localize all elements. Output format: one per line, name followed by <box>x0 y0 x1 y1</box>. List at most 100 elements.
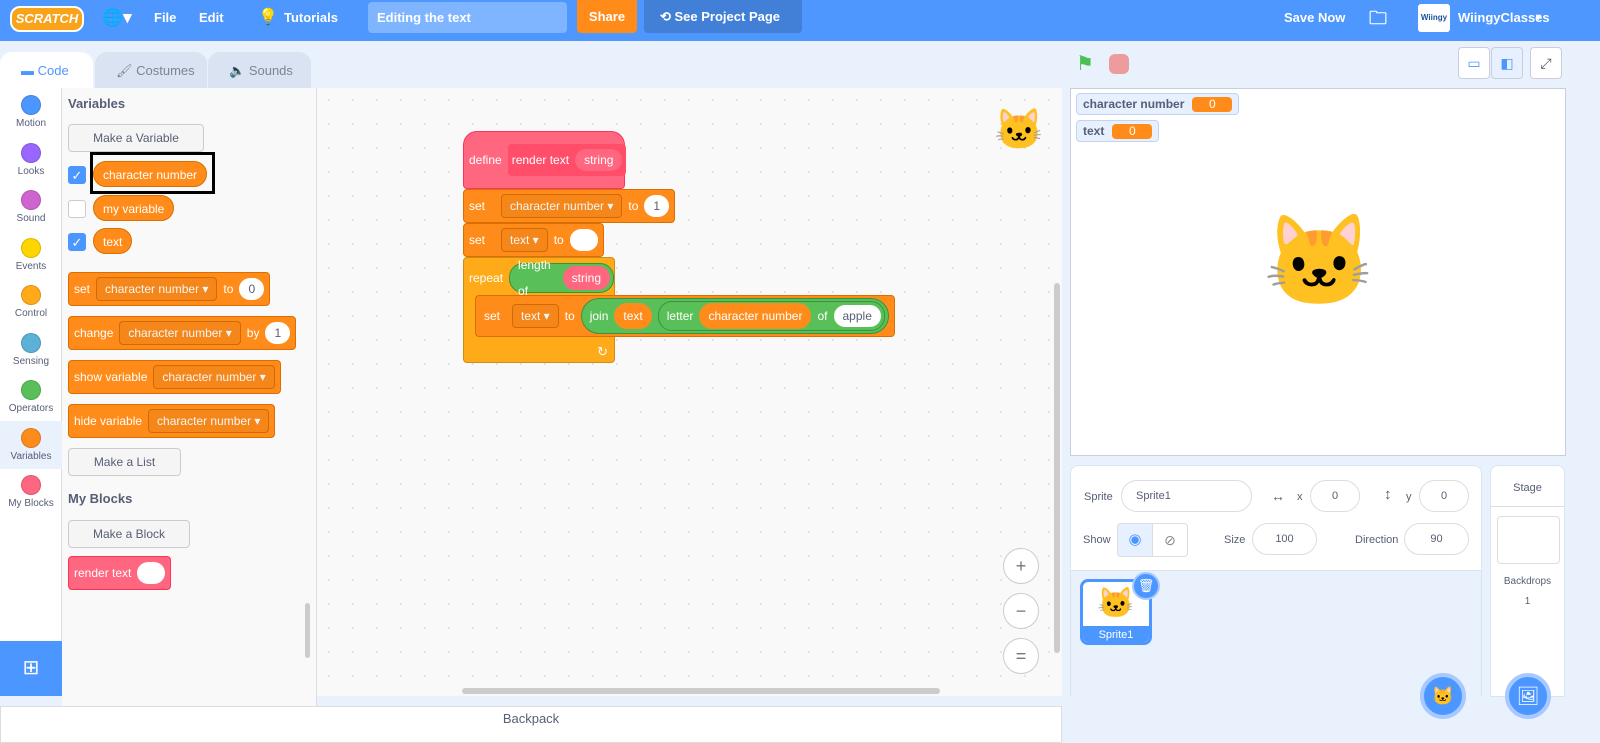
chevron-down-icon[interactable]: ▾ <box>1536 0 1541 41</box>
vertical-scrollbar[interactable] <box>1054 283 1060 653</box>
language-globe-icon[interactable]: 🌐▾ <box>102 0 132 41</box>
checkbox-text[interactable]: ✓ <box>68 233 86 251</box>
category-sensing[interactable]: Sensing <box>0 326 62 374</box>
param-string[interactable]: string <box>562 266 610 290</box>
reporter-text[interactable]: text <box>93 228 133 254</box>
tab-code[interactable]: ▬ Code <box>0 52 93 88</box>
length-of-block[interactable]: length of string <box>509 258 614 298</box>
category-events[interactable]: Events <box>0 231 62 279</box>
reporter-character-number[interactable]: character number <box>699 303 812 329</box>
stage-canvas[interactable]: character number 0 text 0 🐱 <box>1070 88 1566 456</box>
category-sound[interactable]: Sound <box>0 183 62 231</box>
x-input[interactable]: 0 <box>1310 480 1360 512</box>
tab-costumes[interactable]: 🖌 Costumes <box>95 52 207 88</box>
set-block[interactable]: settextto jointext lettercharacter numbe… <box>475 295 895 337</box>
show-variable-block[interactable]: show variable character number <box>68 360 281 394</box>
value-input[interactable]: 1 <box>644 195 670 217</box>
monitor-value: 0 <box>1112 123 1153 139</box>
menu-tutorials[interactable]: Tutorials <box>284 0 338 41</box>
var-dropdown[interactable]: character number <box>119 321 241 345</box>
var-dropdown[interactable]: character number <box>501 194 623 218</box>
fullscreen-icon[interactable]: ⤢ <box>1530 47 1562 79</box>
zoom-reset-icon[interactable]: = <box>1003 638 1039 674</box>
size-label: Size <box>1224 534 1246 546</box>
var-dropdown[interactable]: text <box>512 304 559 328</box>
sprite-name-input[interactable]: Sprite1 <box>1121 480 1252 512</box>
hide-eye-icon[interactable]: ⊘ <box>1152 523 1188 557</box>
code-area[interactable]: 🐱 define render text string set character n… <box>317 88 1062 696</box>
share-button[interactable]: Share <box>577 0 637 33</box>
delete-trash-icon[interactable]: 🗑 <box>1132 572 1160 600</box>
menu-file[interactable]: File <box>154 0 176 41</box>
folder-icon[interactable]: 🗀 <box>1369 0 1387 41</box>
set-variable-block[interactable]: set character number to 0 <box>68 272 271 306</box>
monitor-text[interactable]: text 0 <box>1076 120 1160 142</box>
backpack[interactable]: Backpack <box>0 706 1062 743</box>
category-looks[interactable]: Looks <box>0 136 62 184</box>
sprite-info-panel: Sprite Sprite1 ↔ x 0 ↕ y 0 Show ◉ ⊘ Size… <box>1070 465 1482 697</box>
extensions-button[interactable]: ⊞ <box>0 641 62 696</box>
kw: render text <box>74 566 132 580</box>
change-variable-block[interactable]: change character number by 1 <box>68 316 297 350</box>
var-dropdown[interactable]: character number <box>148 409 270 433</box>
value-input[interactable] <box>569 229 598 251</box>
checkbox-character-number[interactable]: ✓ <box>68 166 86 184</box>
brush-icon: 🖌 <box>116 63 137 78</box>
tab-label: Costumes <box>136 63 195 78</box>
horizontal-scrollbar[interactable] <box>462 688 940 694</box>
palette-scrollbar[interactable] <box>305 603 310 658</box>
value-input[interactable]: 0 <box>239 278 265 300</box>
reporter-my-variable[interactable]: my variable <box>93 195 175 221</box>
choose-sprite-cat-icon[interactable]: 🐱 <box>1420 673 1466 719</box>
join-block[interactable]: join text letter character number of apple <box>580 298 889 334</box>
var-dropdown[interactable]: character number <box>153 365 275 389</box>
direction-input[interactable]: 90 <box>1404 523 1469 555</box>
divider <box>1491 506 1564 507</box>
save-now-button[interactable]: Save Now <box>1284 0 1345 41</box>
monitor-character-number[interactable]: character number 0 <box>1076 93 1240 115</box>
show-eye-icon[interactable]: ◉ <box>1117 523 1153 557</box>
zoom-in-icon[interactable]: + <box>1003 548 1039 584</box>
menu-edit[interactable]: Edit <box>199 0 224 41</box>
value-input[interactable]: 1 <box>265 322 291 344</box>
word-input[interactable]: apple <box>833 305 881 327</box>
make-list-button[interactable]: Make a List <box>68 448 181 476</box>
y-input[interactable]: 0 <box>1419 480 1469 512</box>
scratch-logo[interactable]: SCRATCH <box>10 6 84 32</box>
checkbox-my-variable[interactable] <box>68 200 86 218</box>
arg-input[interactable] <box>137 562 166 584</box>
size-input[interactable]: 100 <box>1252 523 1317 555</box>
var-dropdown[interactable]: text <box>501 228 548 252</box>
kw: by <box>246 326 260 340</box>
letter-of-block[interactable]: letter character number of apple <box>657 301 885 331</box>
category-my-blocks[interactable]: My Blocks <box>0 468 62 516</box>
reporter-text[interactable]: text <box>614 303 652 329</box>
stage-title: Stage <box>1513 482 1542 494</box>
var-dropdown[interactable]: character number <box>96 277 218 301</box>
tab-sounds[interactable]: 🔈 Sounds <box>208 52 311 88</box>
normal-stage-icon[interactable]: ◧ <box>1491 47 1523 79</box>
project-title-input[interactable]: Editing the text <box>368 2 567 33</box>
param-string[interactable]: string <box>575 149 623 171</box>
make-variable-button[interactable]: Make a Variable <box>68 124 204 152</box>
render-text-block[interactable]: render text <box>68 556 172 590</box>
backdrop-thumbnail[interactable] <box>1497 516 1560 564</box>
stage-selector[interactable]: Stage Backdrops 1 <box>1490 465 1565 697</box>
sprite-cat-icon[interactable]: 🐱 <box>1263 217 1375 307</box>
category-motion[interactable]: Motion <box>0 88 62 136</box>
green-flag-icon[interactable]: ⚑ <box>1076 51 1094 76</box>
define-block[interactable]: define render text string <box>463 131 627 189</box>
choose-backdrop-icon[interactable]: 🖼 <box>1505 673 1551 719</box>
hide-variable-block[interactable]: hide variable character number <box>68 404 276 438</box>
make-block-button[interactable]: Make a Block <box>68 520 190 548</box>
account-avatar[interactable]: Wiingy <box>1418 4 1450 32</box>
see-project-label: See Project Page <box>674 9 781 24</box>
category-variables[interactable]: Variables <box>0 420 62 469</box>
see-project-page-button[interactable]: ⟲ See Project Page <box>644 0 802 33</box>
set-block[interactable]: set character number to 1 <box>463 189 676 223</box>
category-operators[interactable]: Operators <box>0 373 62 421</box>
stop-icon[interactable] <box>1109 54 1129 74</box>
zoom-out-icon[interactable]: − <box>1003 593 1039 629</box>
category-control[interactable]: Control <box>0 278 62 326</box>
small-stage-icon[interactable]: ▭ <box>1458 47 1490 79</box>
